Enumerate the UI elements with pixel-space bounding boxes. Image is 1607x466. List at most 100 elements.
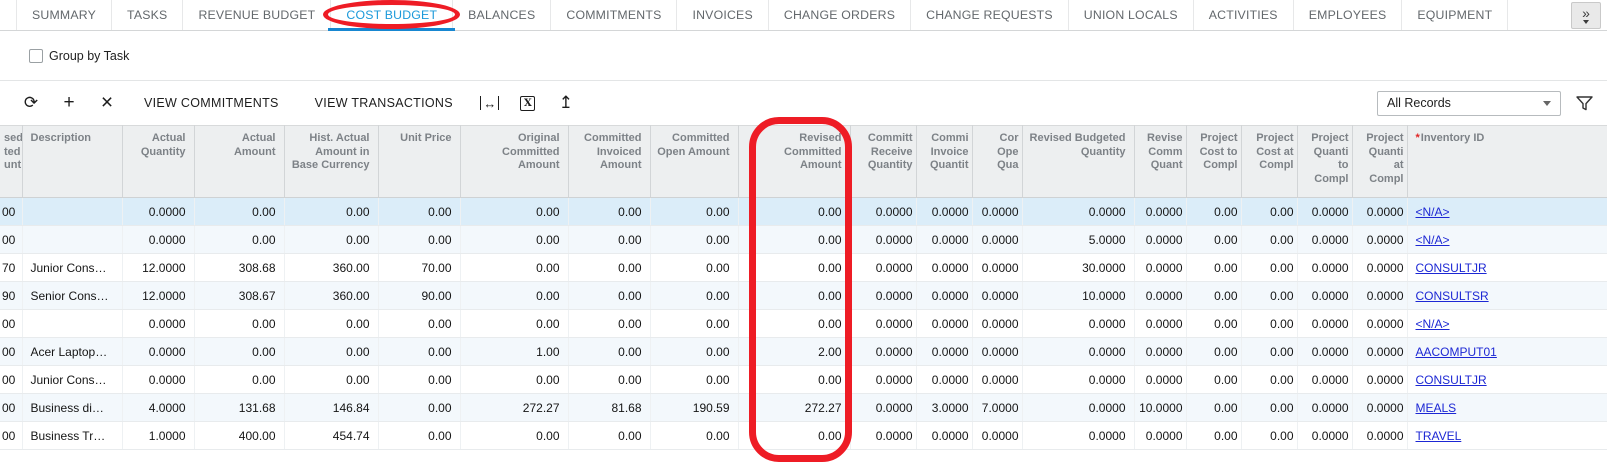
inventory-link[interactable]: MEALS [1416,401,1457,415]
cell-committed-open-quantity[interactable]: 0.0000 [972,366,1022,394]
cell-actual-amount[interactable]: 308.68 [194,254,284,282]
cell-project-quantity-to-complete[interactable]: 0.0000 [1297,366,1352,394]
cell-hist-actual-amount-base-currency[interactable]: 0.00 [284,366,378,394]
cell-revised-committed-quantity[interactable]: 0.0000 [1134,310,1186,338]
cell-committed-open-quantity[interactable]: 0.0000 [972,282,1022,310]
cell-committed-received-quantity[interactable]: 0.0000 [850,422,916,450]
cell-project-cost-to-complete[interactable]: 0.00 [1186,422,1241,450]
cell-committed-invoiced-quantity[interactable]: 0.0000 [916,198,972,226]
filter-settings-button[interactable] [1576,96,1593,111]
cell-committed-invoiced-amount[interactable]: 0.00 [568,422,650,450]
column-header-inventory-id[interactable]: *Inventory ID [1407,126,1607,198]
cell-actual-quantity[interactable]: 0.0000 [122,338,194,366]
cell-actual-amount[interactable]: 400.00 [194,422,284,450]
view-transactions-button[interactable]: VIEW TRANSACTIONS [297,88,471,118]
cell-inventory-id[interactable]: CONSULTJR [1407,366,1607,394]
cell-actual-quantity[interactable]: 12.0000 [122,254,194,282]
cell-hist-actual-amount-base-currency[interactable]: 454.74 [284,422,378,450]
cell-project-cost-to-complete[interactable]: 0.00 [1186,226,1241,254]
cell-committed-open-amount[interactable]: 0.00 [650,366,738,394]
column-header-hist-actual-amount-base-currency[interactable]: Hist. Actual Amount in Base Currency [284,126,378,198]
cell-unit-price[interactable]: 0.00 [378,366,460,394]
cell-project-cost-at-completion[interactable]: 0.00 [1241,198,1297,226]
tab-employees[interactable]: EMPLOYEES [1294,0,1403,30]
cell-revised-budgeted-quantity[interactable]: 5.0000 [1022,226,1134,254]
cell-revised-committed-amount[interactable]: 0.00 [738,282,850,310]
cell-revised-committed-amount[interactable]: 272.27 [738,394,850,422]
cell-project-quantity-at-completion[interactable]: 0.0000 [1352,254,1407,282]
cell-project-cost-to-complete[interactable]: 0.00 [1186,198,1241,226]
cell-committed-open-amount[interactable]: 0.00 [650,422,738,450]
cell-description[interactable] [22,198,122,226]
cell-description[interactable]: Junior Cons… [22,366,122,394]
table-row[interactable]: 00Business Tr…1.0000400.00454.740.000.00… [0,422,1607,450]
cell-unit-price[interactable]: 70.00 [378,254,460,282]
cell-original-committed-amount[interactable]: 0.00 [460,226,568,254]
column-header-revised-committed-quantity[interactable]: Revise Comm Quant [1134,126,1186,198]
cell-revised-budgeted-quantity[interactable]: 0.0000 [1022,366,1134,394]
tab-change-requests[interactable]: CHANGE REQUESTS [911,0,1069,30]
inventory-link[interactable]: <N/A> [1416,205,1450,219]
cell-project-cost-at-completion[interactable]: 0.00 [1241,310,1297,338]
cell-committed-open-quantity[interactable]: 0.0000 [972,198,1022,226]
cell-committed-open-quantity[interactable]: 0.0000 [972,226,1022,254]
cell-original-committed-amount[interactable]: 0.00 [460,282,568,310]
cell-project-cost-at-completion[interactable]: 0.00 [1241,226,1297,254]
cell-committed-invoiced-amount[interactable]: 0.00 [568,254,650,282]
cell-actual-quantity[interactable]: 12.0000 [122,282,194,310]
cell-committed-open-amount[interactable]: 190.59 [650,394,738,422]
inventory-link[interactable]: <N/A> [1416,317,1450,331]
cell-project-cost-at-completion[interactable]: 0.00 [1241,422,1297,450]
cell-inventory-id[interactable]: <N/A> [1407,226,1607,254]
cell-unit-price[interactable]: 0.00 [378,310,460,338]
cell-committed-invoiced-quantity[interactable]: 3.0000 [916,394,972,422]
table-row[interactable]: 00Junior Cons…0.00000.000.000.000.000.00… [0,366,1607,394]
cell-revised-committed-quantity[interactable]: 0.0000 [1134,254,1186,282]
upload-button[interactable]: ↥ [547,88,585,118]
cell-committed-invoiced-amount[interactable]: 0.00 [568,282,650,310]
cell-revised-committed-quantity[interactable]: 0.0000 [1134,338,1186,366]
cell-truncated-amount[interactable]: 00 [0,366,22,394]
cell-committed-open-amount[interactable]: 0.00 [650,310,738,338]
tab-balances[interactable]: BALANCES [453,0,551,30]
cell-project-quantity-to-complete[interactable]: 0.0000 [1297,282,1352,310]
cell-unit-price[interactable]: 0.00 [378,198,460,226]
cell-committed-invoiced-amount[interactable]: 0.00 [568,198,650,226]
cell-project-quantity-at-completion[interactable]: 0.0000 [1352,226,1407,254]
cell-revised-committed-quantity[interactable]: 0.0000 [1134,422,1186,450]
cell-revised-committed-quantity[interactable]: 0.0000 [1134,226,1186,254]
cell-revised-committed-quantity[interactable]: 10.0000 [1134,394,1186,422]
inventory-link[interactable]: CONSULTJR [1416,373,1487,387]
cell-unit-price[interactable]: 0.00 [378,422,460,450]
cell-revised-budgeted-quantity[interactable]: 0.0000 [1022,338,1134,366]
cell-project-quantity-at-completion[interactable]: 0.0000 [1352,310,1407,338]
cell-project-cost-at-completion[interactable]: 0.00 [1241,394,1297,422]
column-header-committed-received-quantity[interactable]: Committ Receive Quantity [850,126,916,198]
cell-hist-actual-amount-base-currency[interactable]: 0.00 [284,198,378,226]
cell-project-cost-to-complete[interactable]: 0.00 [1186,282,1241,310]
inventory-link[interactable]: <N/A> [1416,233,1450,247]
cell-project-quantity-at-completion[interactable]: 0.0000 [1352,282,1407,310]
column-header-revised-budgeted-quantity[interactable]: Revised Budgeted Quantity [1022,126,1134,198]
cell-committed-invoiced-quantity[interactable]: 0.0000 [916,226,972,254]
cell-committed-received-quantity[interactable]: 0.0000 [850,198,916,226]
cell-committed-received-quantity[interactable]: 0.0000 [850,310,916,338]
cell-revised-committed-amount[interactable]: 2.00 [738,338,850,366]
cell-inventory-id[interactable]: CONSULTSR [1407,282,1607,310]
cell-hist-actual-amount-base-currency[interactable]: 0.00 [284,338,378,366]
records-filter-dropdown[interactable]: All Records [1377,91,1561,116]
tab-tasks[interactable]: TASKS [112,0,183,30]
cell-actual-amount[interactable]: 0.00 [194,198,284,226]
cell-committed-invoiced-amount[interactable]: 0.00 [568,366,650,394]
inventory-link[interactable]: CONSULTSR [1416,289,1489,303]
tab-union-locals[interactable]: UNION LOCALS [1069,0,1194,30]
export-excel-button[interactable]: X [509,88,547,118]
cell-committed-invoiced-quantity[interactable]: 0.0000 [916,254,972,282]
cell-committed-open-amount[interactable]: 0.00 [650,338,738,366]
cell-truncated-amount[interactable]: 90 [0,282,22,310]
cell-committed-received-quantity[interactable]: 0.0000 [850,338,916,366]
cell-revised-committed-amount[interactable]: 0.00 [738,198,850,226]
cell-revised-committed-amount[interactable]: 0.00 [738,310,850,338]
column-header-committed-open-amount[interactable]: Committed Open Amount [650,126,738,198]
cell-original-committed-amount[interactable]: 0.00 [460,198,568,226]
